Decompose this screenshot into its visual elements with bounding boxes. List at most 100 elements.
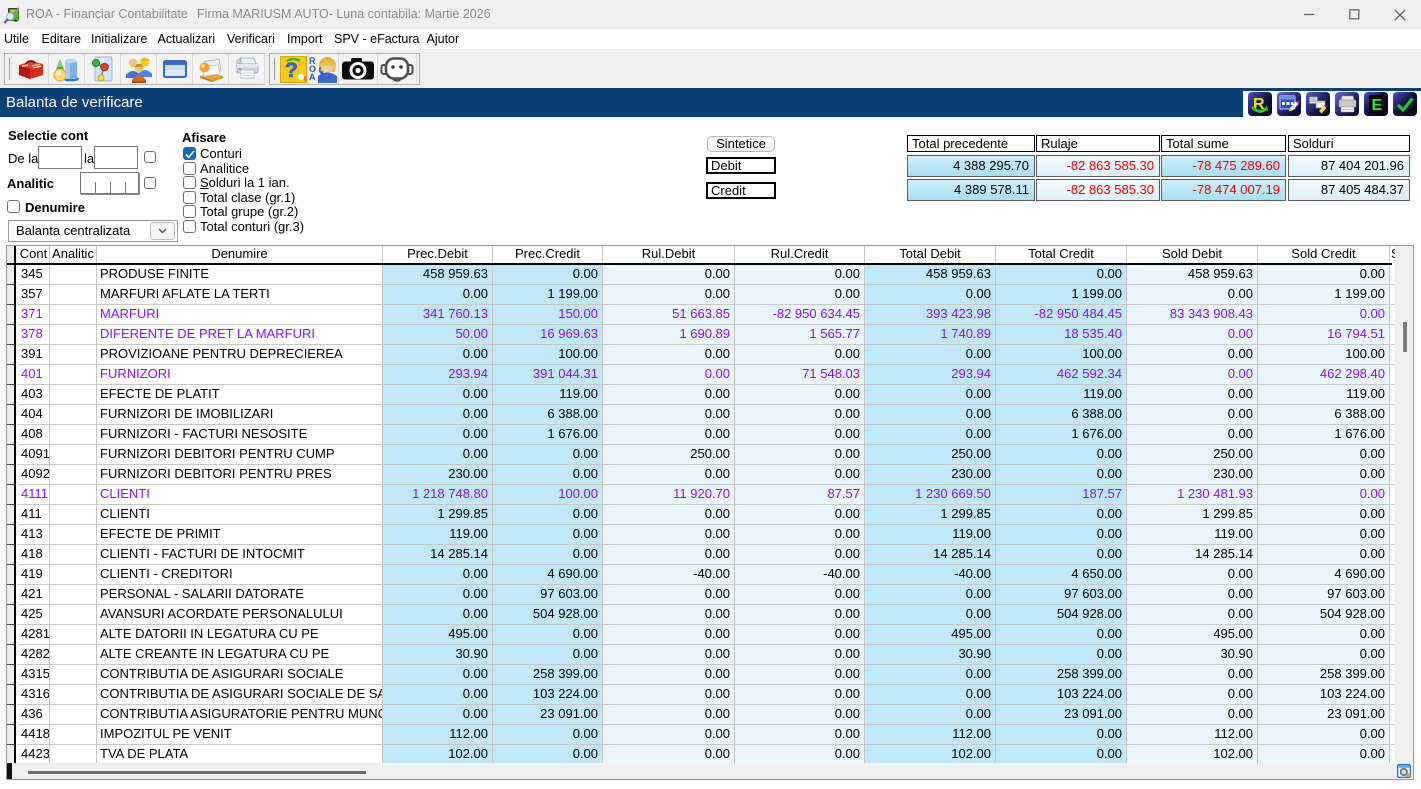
grid-column-header-total-debit[interactable]: Total Debit [865, 246, 996, 263]
cont-to-input[interactable] [94, 146, 138, 169]
cont-range-checkbox[interactable] [144, 151, 156, 163]
grid-row-421[interactable]: 421PERSONAL - SALARII DATORATE0.0097 603… [7, 585, 1399, 605]
row-selector[interactable] [7, 725, 16, 745]
row-selector[interactable] [7, 385, 16, 405]
balanta-dropdown-button[interactable] [150, 222, 175, 240]
row-selector[interactable] [7, 365, 16, 385]
sintetice-button[interactable]: Sintetice [707, 136, 775, 152]
grid-row-4111[interactable]: 4111CLIENTI1 218 748.80100.0011 920.7087… [7, 485, 1399, 505]
grid-row-4092[interactable]: 4092FURNIZORI DEBITORI PENTRU PRES230.00… [7, 465, 1399, 485]
grid-cell: 0.00 [735, 665, 865, 685]
grid-row-4315[interactable]: 4315CONTRIBUTIA DE ASIGURARI SOCIALE0.00… [7, 665, 1399, 685]
balanta-dropdown[interactable]: Balanta centralizata [8, 220, 178, 242]
row-selector[interactable] [7, 265, 16, 285]
row-selector[interactable] [7, 505, 16, 525]
totals-debit-value: 87 404 201.96 [1288, 155, 1410, 177]
grid-cell: 495.00 [865, 625, 996, 645]
checkbox[interactable] [183, 191, 196, 204]
row-selector[interactable] [7, 305, 16, 325]
row-selector[interactable] [7, 705, 16, 725]
grid-row-403[interactable]: 403EFECTE DE PLATIT0.00119.000.000.000.0… [7, 385, 1399, 405]
balanta-dropdown-value: Balanta centralizata [16, 221, 130, 241]
grid-column-header-prec-debit[interactable]: Prec.Debit [383, 246, 493, 263]
grid-column-header-denumire[interactable]: Denumire [97, 246, 383, 263]
grid-cell: 4 690.00 [1258, 565, 1390, 585]
checkbox[interactable] [183, 176, 196, 189]
row-selector[interactable] [7, 605, 16, 625]
grid-cell: 0.00 [996, 445, 1127, 465]
cont-from-input[interactable] [38, 146, 82, 169]
row-selector[interactable] [7, 525, 16, 545]
checkbox[interactable] [183, 147, 196, 160]
horizontal-scrollbar-thumb[interactable] [28, 771, 366, 774]
grid-row-418[interactable]: 418CLIENTI - FACTURI DE INTOCMIT14 285.1… [7, 545, 1399, 565]
grid-row-404[interactable]: 404FURNIZORI DE IMOBILIZARI0.006 388.000… [7, 405, 1399, 425]
vertical-scrollbar[interactable] [1395, 246, 1413, 779]
grid-row-357[interactable]: 357MARFURI AFLATE LA TERTI0.001 199.000.… [7, 285, 1399, 305]
analitic-checkbox[interactable] [144, 177, 156, 189]
grid-column-header-cont[interactable]: Cont [18, 246, 50, 263]
row-selector[interactable] [7, 485, 16, 505]
denumire-checkbox[interactable] [7, 200, 20, 213]
horizontal-scrollbar[interactable] [7, 763, 1413, 779]
grid-row-401[interactable]: 401FURNIZORI293.94391 044.310.0071 548.0… [7, 365, 1399, 385]
row-selector[interactable] [7, 565, 16, 585]
grid-column-header-rul-credit[interactable]: Rul.Credit [735, 246, 865, 263]
row-selector[interactable] [7, 745, 16, 763]
row-selector[interactable] [7, 345, 16, 365]
row-selector[interactable] [7, 325, 16, 345]
row-selector[interactable] [7, 685, 16, 705]
grid-row-419[interactable]: 419CLIENTI - CREDITORI0.004 690.00-40.00… [7, 565, 1399, 585]
grid-cell: 0.00 [1127, 425, 1258, 445]
checkbox[interactable] [183, 220, 196, 233]
grid-row-4423[interactable]: 4423TVA DE PLATA102.000.000.000.00102.00… [7, 745, 1399, 763]
grid-cell: -40.00 [735, 565, 865, 585]
analitic-input[interactable] [80, 172, 139, 194]
grid-column-header-prec-credit[interactable]: Prec.Credit [493, 246, 603, 263]
row-selector[interactable] [7, 625, 16, 645]
grid-row-413[interactable]: 413EFECTE DE PRIMIT119.000.000.000.00119… [7, 525, 1399, 545]
grid-row-411[interactable]: 411CLIENTI1 299.850.000.000.001 299.850.… [7, 505, 1399, 525]
row-selector[interactable] [7, 645, 16, 665]
grid-column-header-sold-debit[interactable]: Sold Debit [1127, 246, 1258, 263]
grid-cell: 4282 [18, 645, 50, 665]
grid-cell: CLIENTI - CREDITORI [97, 565, 383, 585]
grid-cell: CONTRIBUTIA DE ASIGURARI SOCIALE DE SA [97, 685, 383, 705]
grid-row-4316[interactable]: 4316CONTRIBUTIA DE ASIGURARI SOCIALE DE … [7, 685, 1399, 705]
grid-cell: 0.00 [1258, 725, 1390, 745]
grid-cell: 0.00 [865, 705, 996, 725]
row-selector[interactable] [7, 545, 16, 565]
checkbox[interactable] [183, 162, 196, 175]
row-selector[interactable] [7, 425, 16, 445]
grid-cell: 102.00 [1127, 745, 1258, 763]
grid-row-391[interactable]: 391PROVIZIOANE PENTRU DEPRECIEREA0.00100… [7, 345, 1399, 365]
grid-cell: 0.00 [603, 625, 735, 645]
zoom-grid-icon[interactable] [1397, 764, 1411, 778]
grid-row-436[interactable]: 436CONTRIBUTIA ASIGURATORIE PENTRU MUNC0… [7, 705, 1399, 725]
row-selector[interactable] [7, 445, 16, 465]
grid-column-header-total-credit[interactable]: Total Credit [996, 246, 1127, 263]
grid-cell: DIFERENTE DE PRET LA MARFURI [97, 325, 383, 345]
grid-row-4281[interactable]: 4281ALTE DATORII IN LEGATURA CU PE495.00… [7, 625, 1399, 645]
grid-cell: 0.00 [493, 545, 603, 565]
row-selector[interactable] [7, 285, 16, 305]
grid-row-345[interactable]: 345PRODUSE FINITE458 959.630.000.000.004… [7, 265, 1399, 285]
grid-row-4418[interactable]: 4418IMPOZITUL PE VENIT112.000.000.000.00… [7, 725, 1399, 745]
grid-column-header-analitic[interactable]: Analitic [50, 246, 97, 263]
row-selector[interactable] [7, 465, 16, 485]
grid-cell: 51 663.85 [603, 305, 735, 325]
grid-cell: 23 091.00 [1258, 705, 1390, 725]
grid-row-4091[interactable]: 4091FURNIZORI DEBITORI PENTRU CUMP0.000.… [7, 445, 1399, 465]
row-selector[interactable] [7, 405, 16, 425]
grid-row-408[interactable]: 408FURNIZORI - FACTURI NESOSITE0.001 676… [7, 425, 1399, 445]
grid-column-header-sold-credit[interactable]: Sold Credit [1258, 246, 1390, 263]
grid-row-378[interactable]: 378DIFERENTE DE PRET LA MARFURI50.0016 9… [7, 325, 1399, 345]
row-selector[interactable] [7, 665, 16, 685]
grid-row-4282[interactable]: 4282ALTE CREANTE IN LEGATURA CU PE30.900… [7, 645, 1399, 665]
vertical-scrollbar-thumb[interactable] [1403, 322, 1407, 352]
checkbox[interactable] [183, 205, 196, 218]
row-selector[interactable] [7, 585, 16, 605]
grid-row-425[interactable]: 425AVANSURI ACORDATE PERSONALULUI0.00504… [7, 605, 1399, 625]
grid-row-371[interactable]: 371MARFURI341 760.13150.0051 663.85-82 9… [7, 305, 1399, 325]
grid-column-header-rul-debit[interactable]: Rul.Debit [603, 246, 735, 263]
